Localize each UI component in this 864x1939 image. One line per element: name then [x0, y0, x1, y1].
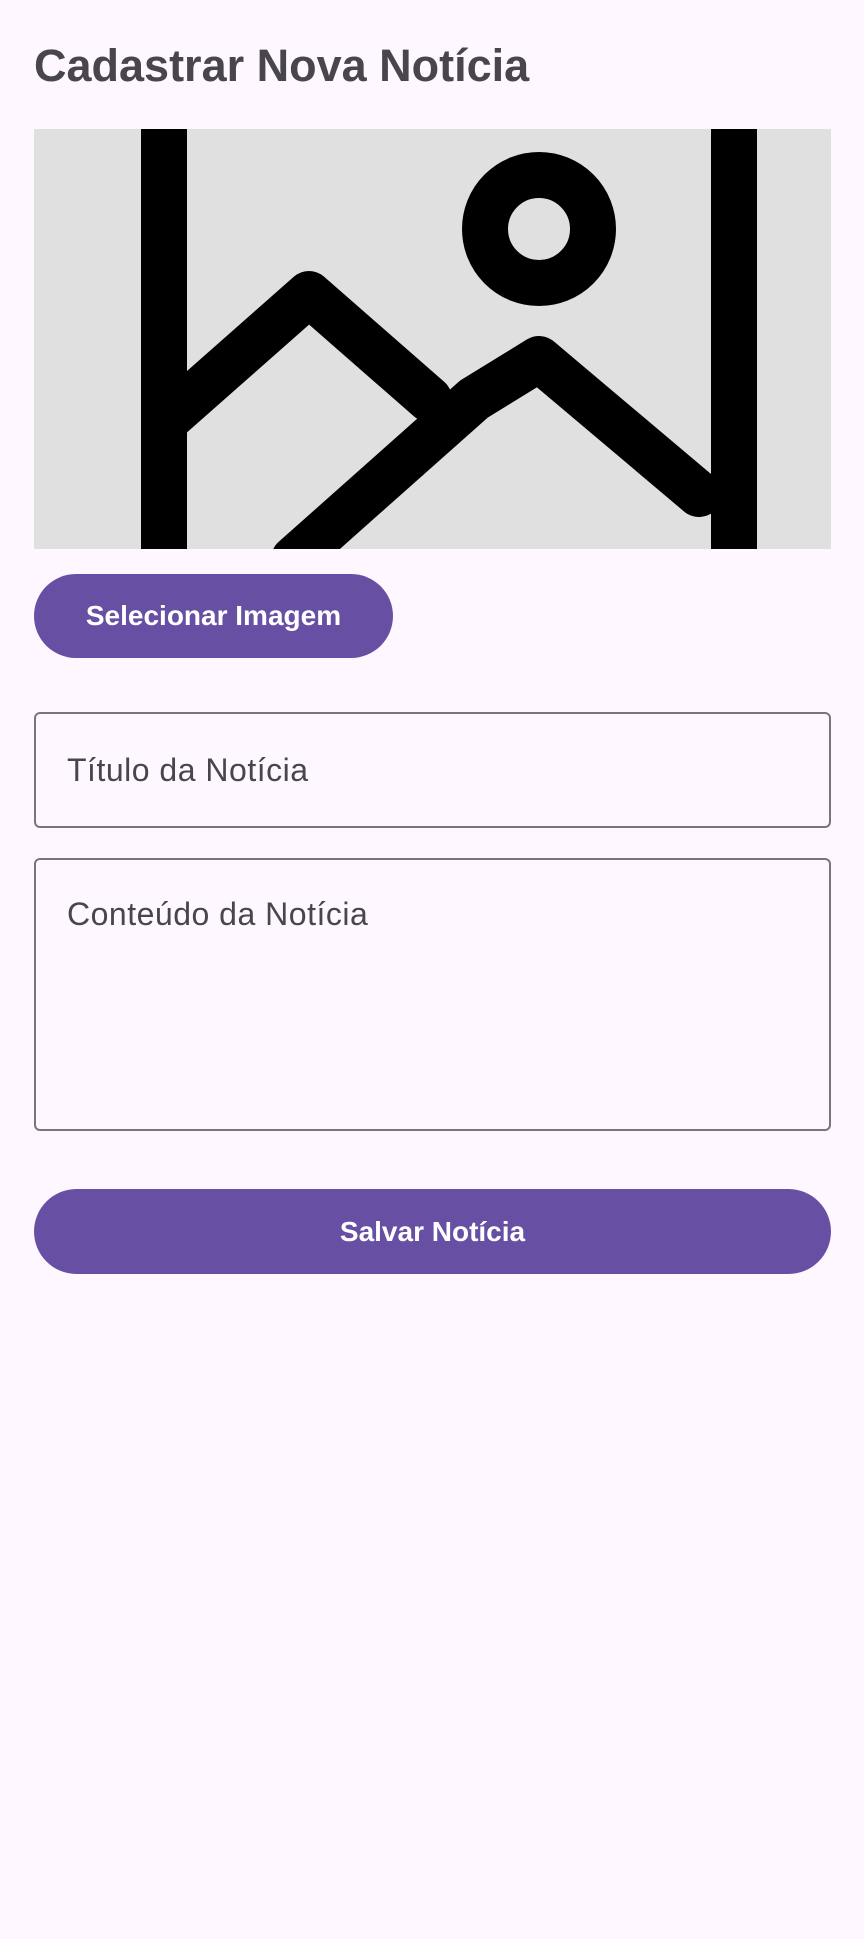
news-title-input[interactable] [34, 712, 831, 828]
select-image-button[interactable]: Selecionar Imagem [34, 574, 393, 658]
image-placeholder-icon [141, 129, 757, 549]
page-title: Cadastrar Nova Notícia [34, 40, 530, 91]
image-preview [34, 129, 831, 549]
news-content-input[interactable] [34, 858, 831, 1131]
save-news-button[interactable]: Salvar Notícia [34, 1189, 831, 1274]
